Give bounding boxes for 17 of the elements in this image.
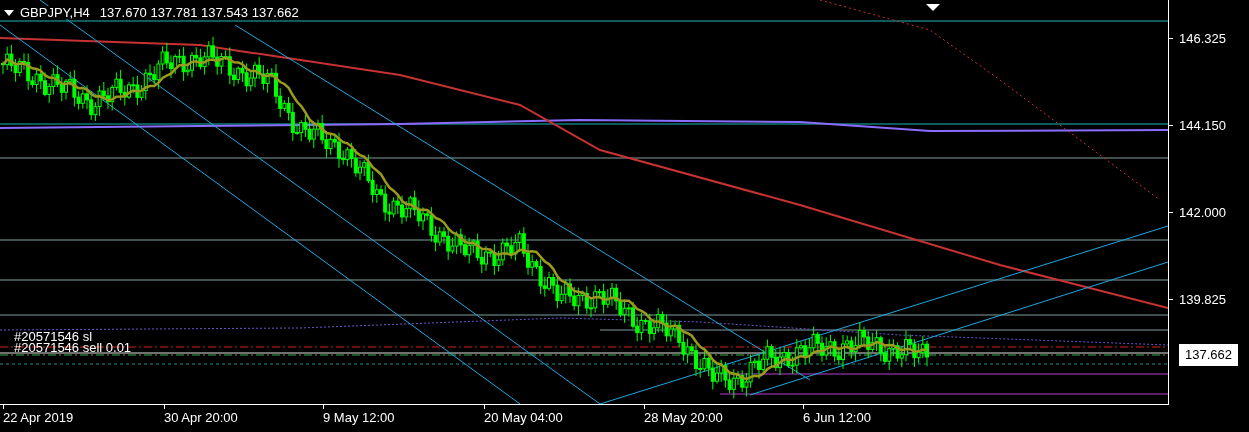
price-tick-label: 139.825 [1179,291,1226,309]
time-tick-label: 30 Apr 20:00 [164,409,238,427]
time-tick-label: 22 Apr 2019 [3,409,74,427]
time-tick-label: 9 May 12:00 [323,409,395,427]
symbol-timeframe: GBPJPY,H4 [20,6,90,19]
time-tick-label: 20 May 04:00 [484,409,563,427]
order-label: #20571546 sell 0.01 [14,341,132,354]
ohlc-quotes: 137.670 137.781 137.543 137.662 [99,6,299,19]
time-tick-label: 28 May 20:00 [644,409,723,427]
shift-marker-icon[interactable] [926,4,940,11]
order-label: #20571546 sl [14,330,93,343]
dropdown-triangle-icon[interactable] [4,9,14,16]
time-tick-label: 6 Jun 12:00 [803,409,871,427]
price-tick-label: 144.150 [1179,117,1226,135]
price-tick-label: 146.325 [1179,30,1226,48]
current-price-label: 137.662 [1179,344,1238,366]
price-tick-label: 142.000 [1179,204,1226,222]
